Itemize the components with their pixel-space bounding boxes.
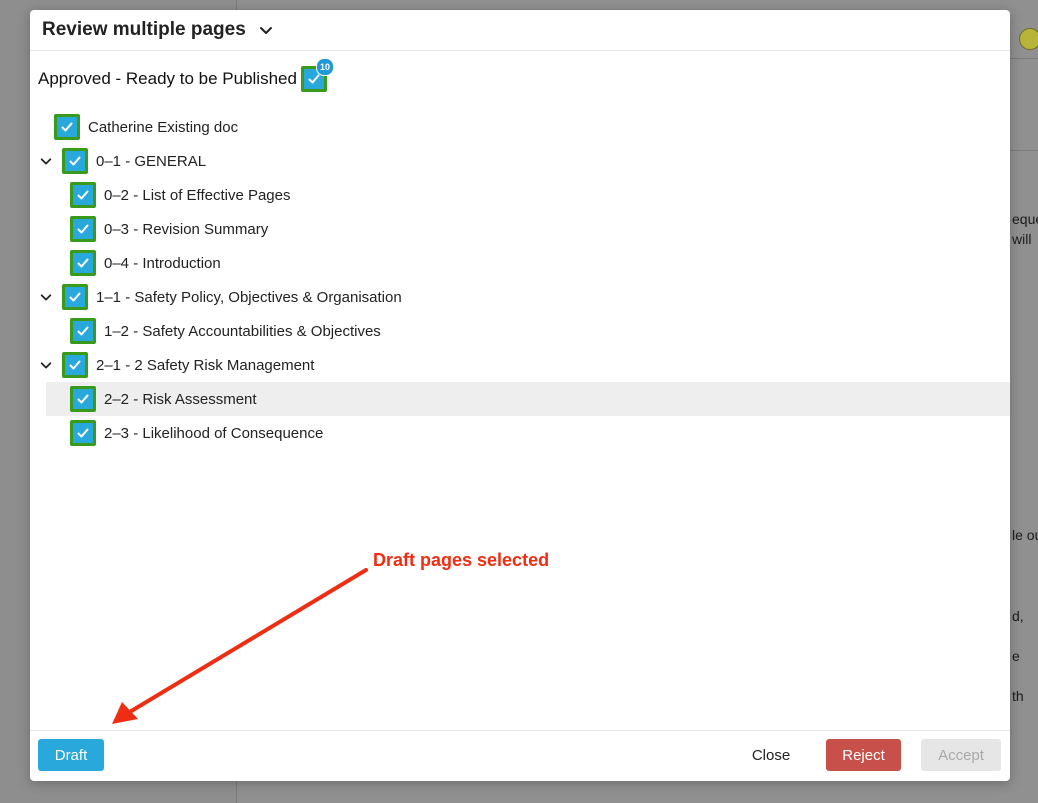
check-icon [61, 122, 73, 132]
check-icon [77, 394, 89, 404]
page-checkbox[interactable] [70, 318, 96, 344]
page-checkbox[interactable] [70, 386, 96, 412]
tree-row-label: 1–2 - Safety Accountabilities & Objectiv… [104, 322, 381, 340]
check-icon [77, 224, 89, 234]
tree-row[interactable]: 2–2 - Risk Assessment [46, 382, 1010, 416]
modal-header: Review multiple pages [30, 10, 1010, 51]
tree-row[interactable]: 2–1 - 2 Safety Risk Management [40, 348, 1010, 382]
tree-row-label: 0–4 - Introduction [104, 254, 221, 272]
tree-row[interactable]: 0–1 - GENERAL [40, 144, 1010, 178]
tree-row-label: 1–1 - Safety Policy, Objectives & Organi… [96, 288, 402, 306]
modal-footer: Draft Close Reject Accept [30, 730, 1010, 781]
check-icon [69, 156, 81, 166]
draft-button[interactable]: Draft [38, 739, 104, 771]
annotation-text: Draft pages selected [373, 550, 550, 570]
background-text: e [1012, 648, 1020, 664]
background-divider [1010, 150, 1038, 151]
tree-row[interactable]: 0–3 - Revision Summary [46, 212, 1010, 246]
tree-row-label: 2–3 - Likelihood of Consequence [104, 424, 324, 442]
tree-row-label: 0–3 - Revision Summary [104, 220, 269, 238]
background-text: le ou [1012, 527, 1038, 543]
background-text: d, [1012, 608, 1024, 624]
tree-row-label: 0–2 - List of Effective Pages [104, 186, 291, 204]
page-checkbox[interactable] [70, 182, 96, 208]
check-icon [77, 258, 89, 268]
page-checkbox[interactable] [54, 114, 80, 140]
tree-row-label: Catherine Existing doc [88, 118, 239, 136]
review-modal: Review multiple pages Approved - Ready t… [30, 10, 1010, 781]
chevron-down-icon[interactable] [38, 153, 54, 169]
check-icon [77, 428, 89, 438]
background-divider [1010, 58, 1038, 59]
reject-button[interactable]: Reject [826, 739, 901, 771]
background-text: eque [1012, 211, 1038, 227]
tree-row[interactable]: 0–4 - Introduction [46, 246, 1010, 280]
page-checkbox[interactable] [62, 148, 88, 174]
page-checkbox[interactable] [70, 420, 96, 446]
chevron-down-icon[interactable] [38, 289, 54, 305]
check-icon [69, 292, 81, 302]
accept-button[interactable]: Accept [921, 739, 1001, 771]
group-checkbox[interactable]: 10 [300, 58, 334, 92]
check-icon [77, 190, 89, 200]
group-header: Approved - Ready to be Published 10 [38, 58, 334, 92]
background-text: th [1012, 688, 1024, 704]
tree-row[interactable]: 0–2 - List of Effective Pages [46, 178, 1010, 212]
tree-row-label: 0–1 - GENERAL [96, 152, 207, 170]
tree-row-label: 2–2 - Risk Assessment [104, 390, 257, 408]
count-badge: 10 [315, 58, 334, 76]
background-text: will [1012, 231, 1032, 247]
background-avatar [1019, 28, 1038, 50]
page-checkbox[interactable] [62, 352, 88, 378]
check-icon [77, 326, 89, 336]
page-checkbox[interactable] [70, 216, 96, 242]
page-checkbox[interactable] [70, 250, 96, 276]
close-button[interactable]: Close [738, 739, 804, 771]
check-icon [69, 360, 81, 370]
chevron-down-icon[interactable] [38, 357, 54, 373]
modal-title: Review multiple pages [42, 19, 246, 40]
group-label: Approved - Ready to be Published [38, 69, 297, 88]
page-checkbox[interactable] [62, 284, 88, 310]
tree-row[interactable]: 2–3 - Likelihood of Consequence [46, 416, 1010, 450]
tree-row-label: 2–1 - 2 Safety Risk Management [96, 356, 315, 374]
tree-row[interactable]: Catherine Existing doc [46, 110, 1010, 144]
chevron-down-icon[interactable] [258, 22, 274, 38]
tree-row[interactable]: 1–2 - Safety Accountabilities & Objectiv… [46, 314, 1010, 348]
tree-row[interactable]: 1–1 - Safety Policy, Objectives & Organi… [40, 280, 1010, 314]
